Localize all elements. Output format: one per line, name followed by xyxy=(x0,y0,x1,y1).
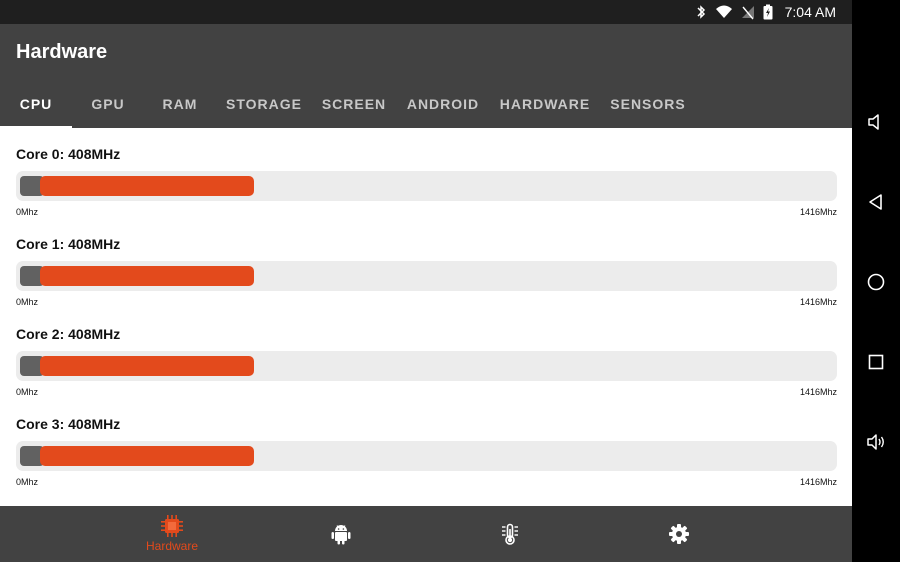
core-frequency-fill xyxy=(40,176,255,196)
core-label: Core 3: 408MHz xyxy=(16,416,121,432)
core-item: Core 3: 408MHz 0Mhz 1416Mhz xyxy=(16,398,837,488)
status-time: 7:04 AM xyxy=(784,4,836,20)
no-signal-icon xyxy=(741,6,754,20)
tab-android[interactable]: ANDROID xyxy=(396,80,490,128)
system-navigation-bar xyxy=(852,0,900,562)
tab-sensors[interactable]: SENSORS xyxy=(600,80,696,128)
thermometer-icon xyxy=(502,523,518,545)
nav-sensors[interactable] xyxy=(450,506,570,562)
wifi-icon xyxy=(715,5,732,18)
volume-down-button[interactable] xyxy=(864,110,888,134)
core-min-label: 0Mhz xyxy=(16,207,39,217)
volume-down-icon xyxy=(868,114,879,130)
back-button[interactable] xyxy=(864,190,888,214)
core-min-label: 0Mhz xyxy=(16,477,39,487)
gear-icon xyxy=(669,524,689,544)
tab-storage[interactable]: STORAGE xyxy=(216,80,312,128)
nav-hardware-label: Hardware xyxy=(145,539,199,553)
back-icon xyxy=(869,194,882,210)
core-frequency-fill xyxy=(40,356,255,376)
tab-hardware[interactable]: HARDWARE xyxy=(490,80,600,128)
page-title: Hardware xyxy=(16,41,108,63)
core-frequency-fill xyxy=(40,446,255,466)
tab-ram[interactable]: RAM xyxy=(144,80,216,128)
core-label: Core 2: 408MHz xyxy=(16,326,121,342)
nav-hardware[interactable]: Hardware xyxy=(112,506,232,562)
core-label: Core 1: 408MHz xyxy=(16,236,121,252)
bottom-navigation: Hardware xyxy=(0,506,852,562)
cpu-chip-icon xyxy=(161,515,183,537)
home-button[interactable] xyxy=(864,270,888,294)
home-icon xyxy=(867,273,885,291)
recents-button[interactable] xyxy=(864,350,888,374)
core-frequency-fill xyxy=(40,266,255,286)
status-icons: 7:04 AM xyxy=(695,0,836,24)
core-min-label: 0Mhz xyxy=(16,297,39,307)
core-max-label: 1416Mhz xyxy=(799,387,837,397)
nav-settings[interactable] xyxy=(619,506,739,562)
bluetooth-icon xyxy=(697,5,705,19)
app-bar: Hardware CPU GPU RAM STORAGE SCREEN ANDR… xyxy=(0,24,852,128)
tab-bar: CPU GPU RAM STORAGE SCREEN ANDROID HARDW… xyxy=(0,80,696,128)
core-item: Core 1: 408MHz 0Mhz 1416Mhz xyxy=(16,218,837,308)
nav-android[interactable] xyxy=(281,506,401,562)
core-item: Core 2: 408MHz 0Mhz 1416Mhz xyxy=(16,308,837,398)
status-bar: 7:04 AM xyxy=(0,0,852,24)
core-frequency-track xyxy=(16,351,837,381)
tab-cpu[interactable]: CPU xyxy=(0,80,72,128)
core-max-label: 1416Mhz xyxy=(799,207,837,217)
core-frequency-track xyxy=(16,171,837,201)
core-max-label: 1416Mhz xyxy=(799,297,837,307)
battery-charging-icon xyxy=(763,4,773,20)
core-frequency-track xyxy=(16,261,837,291)
app-screen: 7:04 AM Hardware CPU GPU RAM STORAGE SCR… xyxy=(0,0,852,562)
recents-icon xyxy=(868,354,884,370)
core-item: Core 0: 408MHz 0Mhz 1416Mhz xyxy=(16,128,837,218)
volume-up-button[interactable] xyxy=(864,430,888,454)
tab-screen[interactable]: SCREEN xyxy=(312,80,396,128)
core-label: Core 0: 408MHz xyxy=(16,146,121,162)
android-icon xyxy=(331,525,351,545)
core-frequency-track xyxy=(16,441,837,471)
core-max-label: 1416Mhz xyxy=(799,477,837,487)
tab-gpu[interactable]: GPU xyxy=(72,80,144,128)
cpu-core-list: Core 0: 408MHz 0Mhz 1416Mhz Core 1: 408M… xyxy=(0,128,852,506)
volume-up-icon xyxy=(867,434,884,450)
core-min-label: 0Mhz xyxy=(16,387,39,397)
